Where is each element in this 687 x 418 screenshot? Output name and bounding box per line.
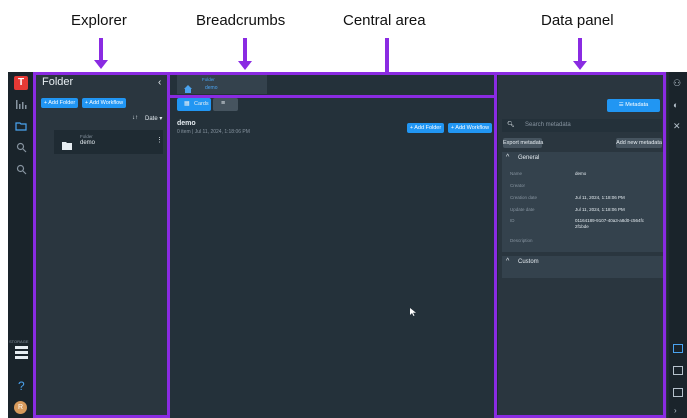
breadcrumb: Folder demo xyxy=(177,74,267,94)
list-icon: ≡ xyxy=(221,100,226,107)
add-user-icon[interactable]: ⚇ xyxy=(673,78,681,89)
arrow-breadcrumbs xyxy=(238,38,252,70)
callout-breadcrumbs: Breadcrumbs xyxy=(196,12,286,29)
avatar[interactable]: R xyxy=(14,401,27,414)
callout-central-area: Central area xyxy=(343,12,426,29)
storage-label: STORAGE xyxy=(9,339,29,344)
folder-title: demo xyxy=(177,120,196,127)
app-logo[interactable]: T xyxy=(14,76,28,90)
storage-icon[interactable] xyxy=(15,346,28,362)
tab-cards[interactable]: ▦ Cards xyxy=(177,98,211,111)
cards-grid-icon: ▦ xyxy=(184,101,190,107)
panel-split-icon[interactable] xyxy=(673,366,683,375)
folder-icon[interactable] xyxy=(13,120,29,136)
callout-data-panel: Data panel xyxy=(541,12,614,29)
left-nav-rail: T STORAGE ? R xyxy=(8,72,35,418)
search-icon[interactable] xyxy=(13,142,29,158)
central-left-border xyxy=(167,72,170,418)
arrow-data-panel xyxy=(573,38,587,70)
panel-right-icon[interactable] xyxy=(673,344,683,353)
explorer-highlight xyxy=(33,72,170,418)
central-add-workflow-button[interactable]: + Add Workflow xyxy=(448,123,492,133)
tab-list[interactable]: ≡ xyxy=(213,98,238,111)
breadcrumb-current: demo xyxy=(205,85,218,91)
central-area: Folder demo ▦ Cards ≡ demo 0 item | Jul … xyxy=(167,72,496,418)
tab-cards-label: Cards xyxy=(194,101,209,107)
callout-explorer: Explorer xyxy=(71,12,127,29)
folder-meta: 0 item | Jul 11, 2024, 1:18:06 PM xyxy=(177,129,250,135)
data-panel-highlight xyxy=(494,72,666,418)
panel-left-icon[interactable] xyxy=(673,388,683,397)
tools-icon[interactable]: ✕ xyxy=(673,121,681,132)
breadcrumb-top-border xyxy=(167,72,497,75)
breadcrumb-bottom-border xyxy=(167,95,497,98)
arrow-explorer xyxy=(94,38,108,69)
breadcrumb-parent[interactable]: Folder xyxy=(202,77,215,82)
mouse-cursor xyxy=(410,303,416,321)
search-plus-icon[interactable] xyxy=(13,164,29,180)
expand-icon[interactable]: › xyxy=(674,406,677,415)
bar-chart-icon[interactable] xyxy=(13,98,29,114)
help-icon[interactable]: ? xyxy=(18,379,25,393)
right-nav-rail: ⚇ ◐ ✕ › xyxy=(669,72,687,418)
compass-icon[interactable]: ◐ xyxy=(673,100,678,110)
central-add-folder-button[interactable]: + Add Folder xyxy=(407,123,444,133)
